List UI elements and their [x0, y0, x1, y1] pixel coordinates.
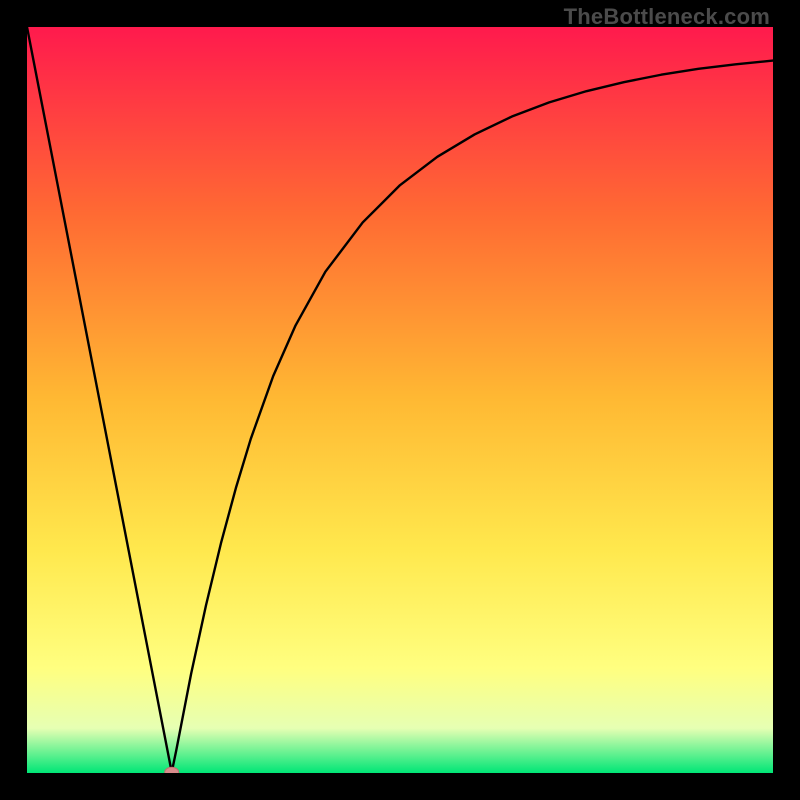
chart-frame: TheBottleneck.com [0, 0, 800, 800]
gradient-background [27, 27, 773, 773]
bottleneck-chart [27, 27, 773, 773]
minimum-marker [165, 767, 179, 773]
